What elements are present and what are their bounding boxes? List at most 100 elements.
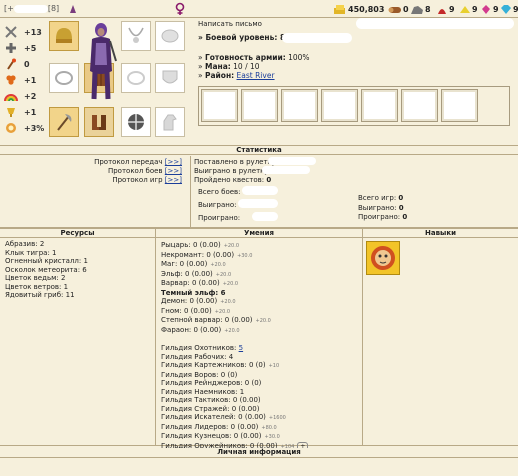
resources-column: Ресурсы Абразив: 2 Клык тигра: 1 Огненны…: [0, 228, 156, 446]
necklace-icon: [128, 27, 144, 43]
quests-done: Пройдено квестов: 0: [194, 176, 272, 184]
talent-badge[interactable]: [366, 241, 400, 275]
write-letter-link[interactable]: Написать письмо: [198, 20, 262, 29]
clover-icon: [4, 74, 18, 86]
cup-icon: [4, 106, 18, 118]
resource-item: Цветок ветров: 1: [5, 282, 69, 291]
army-slot-4[interactable]: [321, 89, 358, 122]
stat-luck: +2: [4, 88, 46, 104]
district-link[interactable]: East River: [237, 71, 275, 80]
guild-row: Гильдия Лидеров: 0 (0.00) +80.0: [161, 422, 277, 431]
guild-value[interactable]: 5: [239, 344, 243, 352]
masked-value: [242, 186, 278, 195]
equip-slot-offhand[interactable]: [121, 107, 151, 137]
horse-icon: [163, 114, 177, 131]
battles-won: Выиграно:: [198, 201, 237, 209]
equip-slot-ring-left[interactable]: [49, 63, 79, 93]
resource-item: Цветок ведьм: 2: [5, 274, 66, 282]
guild-row: Гильдия Воров: 0 (0): [161, 370, 238, 379]
guild-value: 0 (0.00): [238, 413, 266, 421]
skills-column: Умения Рыцарь: 0 (0.00) +20.0 Некромант: 0…: [156, 228, 363, 452]
equip-slot-boots[interactable]: [84, 107, 114, 137]
gold-resource: 450,803: [333, 3, 384, 15]
details-section: Ресурсы Абразив: 2 Клык тигра: 1 Огненны…: [0, 228, 518, 452]
army-slot-3[interactable]: [281, 89, 318, 122]
army-slot-5[interactable]: [361, 89, 398, 122]
army-slot-6[interactable]: [401, 89, 438, 122]
masked-value: [238, 199, 278, 208]
game-log-link[interactable]: Протокол игр [>>]: [94, 176, 182, 185]
guild-row: Гильдия Искателей: 0 (0.00) +1600: [161, 413, 286, 421]
masked-progress: [282, 33, 352, 43]
skill-row: Фараон: 0 (0.00) +20.0: [161, 325, 240, 334]
resource-item: Ядовитый гриб: 11: [5, 291, 75, 299]
equip-slot-shield[interactable]: [155, 63, 185, 93]
female-sign-icon: [174, 2, 186, 16]
hero-figure-icon: [90, 23, 117, 100]
skill-row: Эльф: 0 (0.00) +20.0: [161, 269, 232, 278]
hero-portrait: [82, 21, 120, 100]
resource-item: Осколок метеорита: 6: [5, 265, 87, 274]
swords-icon: [4, 26, 18, 38]
army-slot-7[interactable]: [441, 89, 478, 122]
equip-slot-mount[interactable]: [155, 107, 185, 137]
divider: [190, 156, 191, 228]
equip-slot-helmet[interactable]: [49, 21, 79, 51]
battle-log-link[interactable]: Протокол боев [>>]: [94, 167, 182, 176]
gems-resource: 9: [500, 3, 518, 15]
ring-icon: [127, 71, 145, 85]
army-slot-1[interactable]: [201, 89, 238, 122]
skills-list: Рыцарь: 0 (0.00) +20.0 Некромант: 0 (0.00)…: [156, 238, 362, 455]
top-bar: [+ [8] 450,803 0 8 9 9 9 9: [0, 0, 518, 18]
skill-row: Демон: 0 (0.00) +20.0: [161, 297, 236, 305]
resource-item: Клык тигра: 1: [5, 248, 57, 257]
crystal-icon: [482, 4, 490, 14]
masked-value: [252, 212, 278, 221]
player-name: [+ [8]: [4, 4, 60, 13]
equip-slot-amulet[interactable]: [121, 21, 151, 51]
skills-header: Умения: [156, 228, 362, 238]
sulfur-icon: [460, 5, 470, 13]
skill-row: Некромант: 0 (0.00) +30.0: [161, 250, 253, 259]
helmet-icon: [56, 28, 72, 43]
battles-lost: Проиграно:: [198, 214, 241, 222]
skill-row: Рыцарь: 0 (0.00) +20.0: [161, 241, 240, 249]
sulfur-resource: 9: [459, 3, 478, 15]
ore-resource: 8: [410, 3, 431, 15]
guild-row: Гильдия Стражей: 0 (0.00): [161, 404, 260, 413]
shield-icon: [162, 70, 178, 84]
army-slot-2[interactable]: [241, 89, 278, 122]
mercury-resource: 9: [436, 3, 455, 15]
guild-value: 0 (0.00): [230, 422, 259, 431]
equip-slot-ring-right[interactable]: [121, 63, 151, 93]
skill-row: Варвар: 0 (0.00) +20.0: [161, 279, 239, 287]
race-icon: [68, 4, 78, 14]
target-icon: [4, 122, 18, 134]
resources-list: Абразив: 2 Клык тигра: 1 Огненный криста…: [0, 238, 155, 302]
talents-header: Навыки: [363, 228, 518, 238]
monkey-talent-icon: [371, 246, 395, 270]
guild-value: 0 (0): [220, 370, 238, 379]
stat-initiative: +3%: [4, 120, 46, 136]
guild-value: 0 (0.00): [233, 432, 262, 440]
skill-row: Гном: 0 (0.00) +20.0: [161, 306, 231, 315]
games-lost: Проиграно: 0: [358, 213, 408, 221]
plus-icon: [4, 42, 18, 54]
army-slots: [198, 86, 510, 126]
guild-row: Гильдия Рейнджеров: 0 (0): [161, 379, 262, 387]
guild-value: 1: [239, 387, 245, 396]
total-battles: Всего боев:: [198, 188, 241, 196]
equip-slot-weapon[interactable]: [49, 107, 79, 137]
guild-value: 0 (0): [244, 379, 262, 387]
crystal-resource: 9: [480, 3, 499, 15]
statistics-section: Протокол передач [>>] Протокол боев [>>]…: [0, 156, 518, 228]
stat-attack: +13: [4, 24, 46, 40]
equip-slot-cloak[interactable]: [155, 21, 185, 51]
transfer-log-link[interactable]: Протокол передач [>>]: [94, 158, 182, 167]
ring-icon: [55, 71, 73, 85]
equipment-panel: [49, 21, 187, 139]
wood-icon: [388, 6, 401, 13]
skill-row: Темный эльф: 6: [161, 288, 226, 297]
stats-column: +13 +5 0 +1 +2 +1 +3%: [4, 24, 46, 136]
ore-icon: [411, 5, 423, 14]
